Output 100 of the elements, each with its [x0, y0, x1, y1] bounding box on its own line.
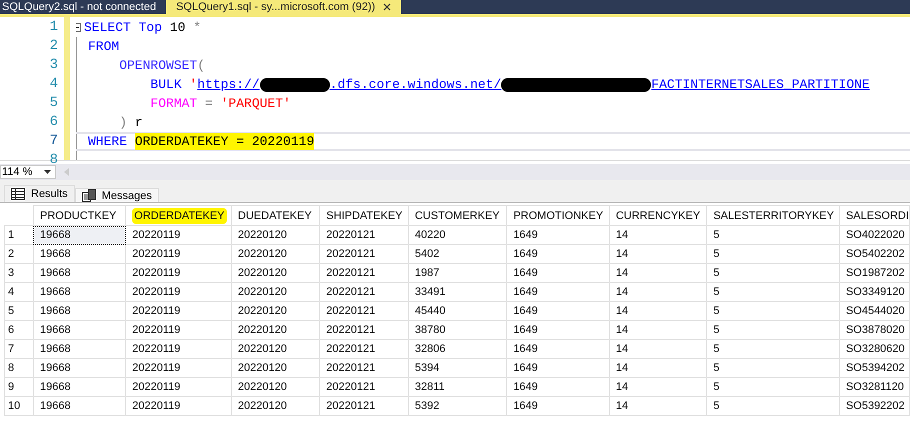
table-cell[interactable]: 1649 — [506, 320, 610, 340]
table-cell[interactable]: 20220120 — [231, 244, 320, 264]
table-cell[interactable]: 14 — [609, 378, 707, 396]
table-cell[interactable]: 1987 — [408, 264, 507, 282]
table-cell[interactable]: 20220119 — [126, 340, 232, 358]
table-cell[interactable]: 5 — [706, 358, 840, 378]
row-number[interactable]: 4 — [4, 282, 34, 302]
document-tab[interactable]: SQLQuery1.sql - sy...microsoft.com (92)) — [166, 0, 402, 14]
table-cell[interactable]: SO3878020 — [839, 320, 910, 340]
table-cell[interactable]: 5392 — [408, 396, 507, 416]
table-cell[interactable]: 5 — [706, 302, 840, 320]
table-cell[interactable]: 19668 — [33, 282, 126, 302]
table-cell[interactable]: 20220121 — [320, 226, 408, 244]
table-cell[interactable]: 1649 — [506, 340, 610, 358]
url-link[interactable]: https:// — [197, 76, 260, 93]
table-cell[interactable]: 5402 — [408, 244, 507, 264]
table-cell[interactable]: 20220119 — [126, 264, 232, 282]
document-tab[interactable]: SQLQuery2.sql - not connected — [0, 0, 166, 14]
table-cell[interactable]: 14 — [609, 282, 707, 302]
row-number[interactable]: 5 — [4, 302, 34, 320]
table-cell[interactable]: 20220121 — [320, 244, 408, 264]
table-cell[interactable]: 1649 — [506, 396, 610, 416]
row-number[interactable]: 7 — [4, 340, 34, 358]
table-cell[interactable]: 5 — [706, 264, 840, 282]
column-header[interactable]: SALESTERRITORYKEY — [706, 206, 840, 226]
table-cell[interactable]: 14 — [609, 244, 707, 264]
table-cell[interactable]: 20220121 — [320, 358, 408, 378]
table-cell[interactable]: 5 — [706, 396, 840, 416]
table-cell[interactable]: 20220120 — [231, 340, 320, 358]
table-cell[interactable]: 20220121 — [320, 378, 408, 396]
table-cell[interactable]: 19668 — [33, 244, 126, 264]
table-cell[interactable]: 1649 — [506, 378, 610, 396]
zoom-dropdown[interactable]: 114 % — [0, 165, 56, 179]
table-cell[interactable]: 1649 — [506, 244, 610, 264]
table-cell[interactable]: SO3280620 — [839, 340, 910, 358]
table-cell[interactable]: 1649 — [506, 282, 610, 302]
table-cell[interactable]: 32811 — [408, 378, 507, 396]
table-cell[interactable]: 45440 — [408, 302, 507, 320]
table-cell[interactable]: 14 — [609, 358, 707, 378]
table-cell[interactable]: 20220120 — [231, 320, 320, 340]
table-cell[interactable]: 20220121 — [320, 302, 408, 320]
column-header[interactable]: PROMOTIONKEY — [506, 206, 610, 226]
table-cell[interactable]: 20220119 — [126, 282, 232, 302]
table-cell[interactable]: 20220119 — [126, 378, 232, 396]
table-cell[interactable]: 19668 — [33, 264, 126, 282]
table-cell[interactable]: 20220119 — [126, 396, 232, 416]
table-cell[interactable]: 38780 — [408, 320, 507, 340]
table-cell[interactable]: SO1987202 — [839, 264, 910, 282]
table-cell[interactable]: 1649 — [506, 264, 610, 282]
table-cell[interactable]: 19668 — [33, 302, 126, 320]
row-number[interactable]: 3 — [4, 264, 34, 282]
table-cell[interactable]: 20220120 — [231, 264, 320, 282]
table-cell[interactable]: 14 — [609, 264, 707, 282]
table-cell[interactable]: SO3281120 — [839, 378, 910, 396]
table-cell[interactable]: 19668 — [33, 226, 126, 244]
table-cell[interactable]: 19668 — [33, 396, 126, 416]
close-icon[interactable] — [383, 3, 392, 11]
table-cell[interactable]: 1649 — [506, 226, 610, 244]
table-cell[interactable]: SO5392202 — [839, 396, 910, 416]
table-cell[interactable]: SO4022020 — [839, 226, 910, 244]
table-cell[interactable]: 32806 — [408, 340, 507, 358]
table-cell[interactable]: 1649 — [506, 358, 610, 378]
table-cell[interactable]: 19668 — [33, 320, 126, 340]
row-number[interactable]: 6 — [4, 320, 34, 340]
table-cell[interactable]: 20220121 — [320, 282, 408, 302]
table-cell[interactable]: 20220121 — [320, 264, 408, 282]
results-tab[interactable]: Messages — [74, 188, 159, 202]
table-cell[interactable]: 14 — [609, 320, 707, 340]
table-cell[interactable]: 14 — [609, 396, 707, 416]
table-cell[interactable]: SO5402202 — [839, 244, 910, 264]
row-number[interactable]: 9 — [4, 378, 34, 396]
table-cell[interactable]: 20220119 — [126, 358, 232, 378]
table-cell[interactable]: 20220121 — [320, 320, 408, 340]
table-cell[interactable]: 14 — [609, 340, 707, 358]
table-cell[interactable]: 20220120 — [231, 302, 320, 320]
table-cell[interactable]: 20220120 — [231, 378, 320, 396]
table-cell[interactable]: 20220119 — [126, 302, 232, 320]
column-header[interactable]: PRODUCTKEY — [33, 206, 126, 226]
column-header[interactable]: SALESORDI — [839, 206, 910, 226]
results-tab[interactable]: Results — [4, 185, 75, 202]
column-header[interactable]: CURRENCYKEY — [609, 206, 707, 226]
table-cell[interactable]: 20220121 — [320, 340, 408, 358]
table-cell[interactable]: 5 — [706, 226, 840, 244]
table-cell[interactable]: 20220120 — [231, 282, 320, 302]
table-cell[interactable]: 20220121 — [320, 396, 408, 416]
column-header[interactable]: DUEDATEKEY — [231, 206, 320, 226]
table-cell[interactable]: 40220 — [408, 226, 507, 244]
table-cell[interactable]: 19668 — [33, 358, 126, 378]
table-cell[interactable]: 5 — [706, 282, 840, 302]
table-cell[interactable]: 19668 — [33, 340, 126, 358]
table-cell[interactable]: 20220120 — [231, 396, 320, 416]
table-cell[interactable]: 14 — [609, 226, 707, 244]
url-link[interactable]: .dfs.core.windows.net/ — [330, 76, 502, 93]
table-cell[interactable]: 20220120 — [231, 226, 320, 244]
table-cell[interactable]: SO5394202 — [839, 358, 910, 378]
column-header[interactable]: CUSTOMERKEY — [408, 206, 507, 226]
table-cell[interactable]: 14 — [609, 302, 707, 320]
table-cell[interactable]: 5 — [706, 340, 840, 358]
table-cell[interactable]: 5 — [706, 244, 840, 264]
column-header[interactable]: SHIPDATEKEY — [320, 206, 408, 226]
